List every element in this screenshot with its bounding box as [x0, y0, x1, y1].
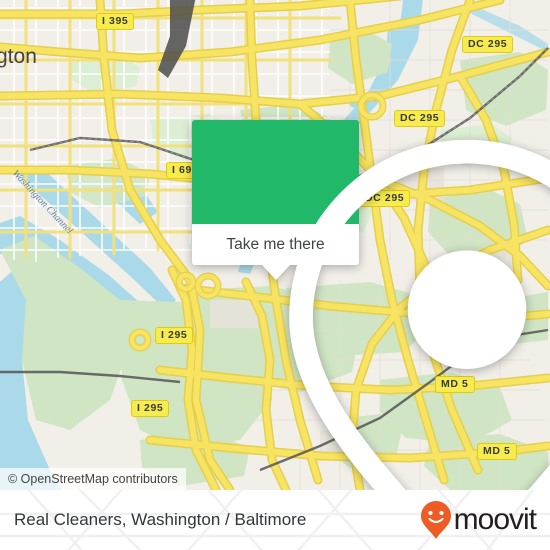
road-shield-i295-a[interactable]: I 295	[155, 327, 194, 344]
footer-bar: Real Cleaners, Washington / Baltimore mo…	[0, 490, 550, 550]
location-popup-card[interactable]: Take me there	[192, 120, 550, 490]
popup-pointer	[261, 265, 290, 280]
location-title: Real Cleaners, Washington / Baltimore	[14, 510, 307, 529]
moovit-wordmark: moovit	[453, 503, 537, 536]
map-canvas[interactable]: gton Washington Channel I 395 DC 295 DC …	[0, 0, 550, 490]
popup-pin-area	[192, 120, 550, 490]
map-place-label: gton	[0, 45, 37, 68]
popup-action-bar[interactable]: Take me there	[192, 224, 359, 280]
moovit-logo[interactable]: moovit	[419, 500, 537, 540]
map-attribution[interactable]: © OpenStreetMap contributors	[0, 468, 186, 490]
road-shield-i395[interactable]: I 395	[96, 13, 135, 30]
map-pin-icon	[289, 139, 550, 490]
road-shield-i295-b[interactable]: I 295	[131, 400, 170, 417]
take-me-there-label: Take me there	[226, 235, 325, 253]
road-shield-dc295-a[interactable]: DC 295	[462, 36, 514, 53]
screenshot-root: gton Washington Channel I 395 DC 295 DC …	[0, 0, 550, 550]
moovit-pin-smiley-icon	[420, 501, 451, 539]
